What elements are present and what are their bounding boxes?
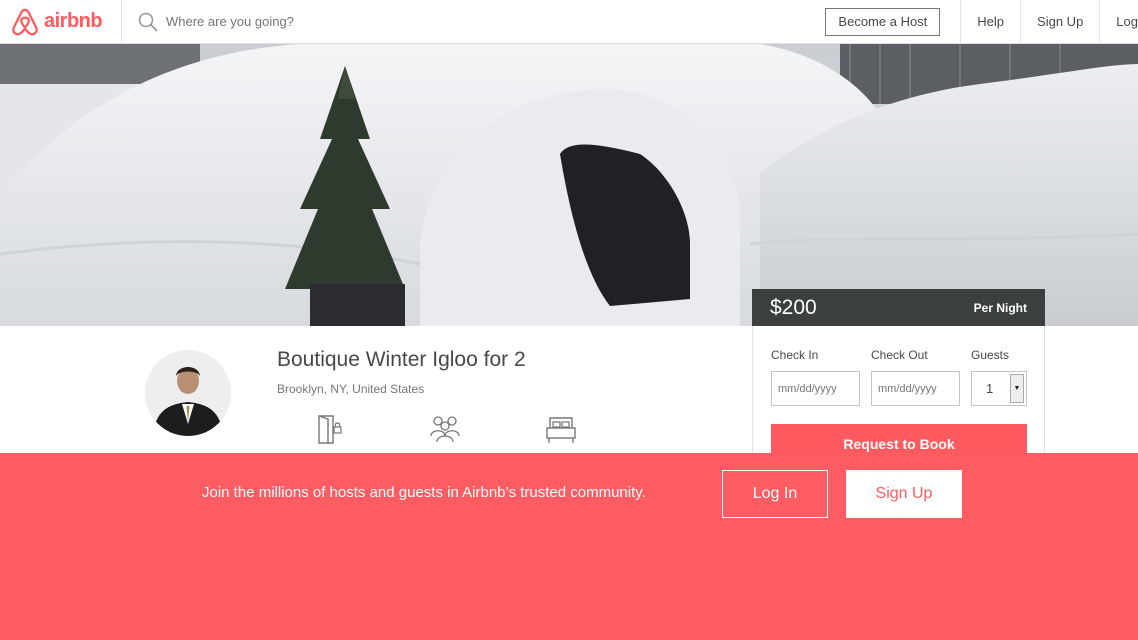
check-in-input[interactable] <box>771 371 860 406</box>
search-input[interactable] <box>166 14 466 29</box>
signup-banner-message: Join the millions of hosts and guests in… <box>202 484 646 501</box>
airbnb-belo-icon <box>12 8 38 35</box>
listing-hero-photo[interactable] <box>0 44 1138 326</box>
listing-location[interactable]: Brooklyn, NY, United States <box>277 382 424 396</box>
per-night-label: Per Night <box>973 300 1027 315</box>
nightly-price: $200 <box>770 295 817 319</box>
host-avatar[interactable] <box>145 350 231 436</box>
booking-panel: Check In Check Out Guests 1 ▼ Request to… <box>752 326 1045 464</box>
airbnb-logo[interactable]: airbnb <box>0 0 122 44</box>
log-in-button[interactable]: Log In <box>722 470 828 518</box>
become-host-button[interactable]: Become a Host <box>825 7 941 36</box>
sign-up-button[interactable]: Sign Up <box>846 470 962 518</box>
bed-icon <box>546 417 576 443</box>
logo-wordmark: airbnb <box>44 10 103 32</box>
igloo-photo <box>0 44 1138 326</box>
search-icon <box>138 12 158 32</box>
signup-banner <box>0 453 1138 640</box>
check-out-input[interactable] <box>871 371 960 406</box>
host-photo <box>145 350 231 436</box>
guests-icon <box>430 416 460 443</box>
door-icon <box>318 415 342 444</box>
sign-up-link[interactable]: Sign Up <box>1020 0 1099 44</box>
nav-links: Become a Host Help Sign Up Log <box>825 0 1138 44</box>
log-in-link[interactable]: Log <box>1099 0 1138 44</box>
chevron-down-icon[interactable]: ▼ <box>1010 374 1024 403</box>
price-header: $200 Per Night <box>752 289 1045 326</box>
help-link[interactable]: Help <box>960 0 1020 44</box>
guests-label: Guests <box>971 348 1010 362</box>
guests-select[interactable]: 1 ▼ <box>971 371 1027 406</box>
check-in-label: Check In <box>771 348 819 362</box>
listing-title: Boutique Winter Igloo for 2 <box>277 348 526 371</box>
search-bar[interactable] <box>122 0 825 44</box>
guests-value: 1 <box>986 381 994 396</box>
top-nav-bar: airbnb Become a Host Help Sign Up Log <box>0 0 1138 44</box>
check-out-label: Check Out <box>871 348 928 362</box>
